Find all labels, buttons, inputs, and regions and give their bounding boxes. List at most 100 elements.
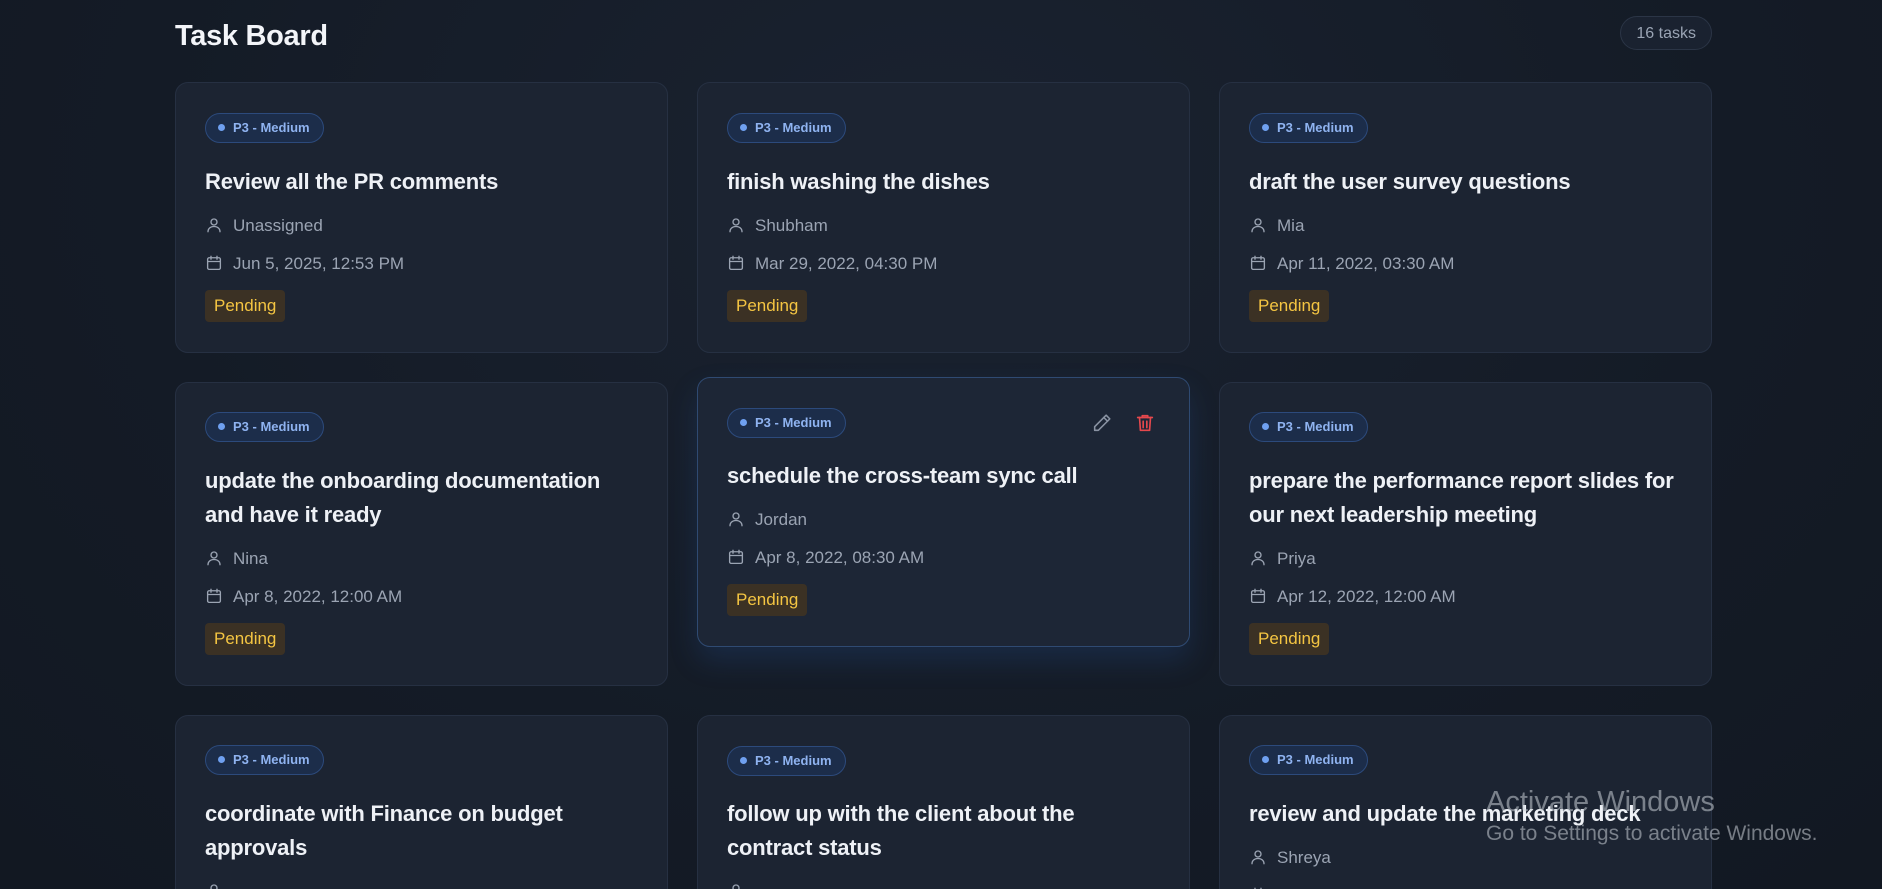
task-title: finish washing the dishes xyxy=(727,169,990,194)
task-due-date: Mar 29, 2022, 04:30 PM xyxy=(727,252,937,276)
board-header: Task Board 16 tasks xyxy=(175,14,1712,58)
priority-dot xyxy=(740,124,747,131)
user-icon xyxy=(205,216,223,234)
priority-label: P3 - Medium xyxy=(755,753,832,768)
priority-dot xyxy=(218,124,225,131)
priority-label: P3 - Medium xyxy=(233,419,310,434)
assignee-name: Shubham xyxy=(755,216,828,235)
task-title: coordinate with Finance on budget approv… xyxy=(205,801,563,860)
page-title: Task Board xyxy=(175,20,328,52)
calendar-icon xyxy=(205,587,223,605)
priority-label: P3 - Medium xyxy=(755,415,832,430)
task-due-date: Jun 5, 2025, 12:53 PM xyxy=(205,252,404,276)
user-icon xyxy=(1249,549,1267,567)
user-icon xyxy=(1249,848,1267,866)
task-assignee: Shubham xyxy=(727,214,828,238)
status-badge: Pending xyxy=(727,584,808,616)
task-card[interactable]: P3 - Medium Review all the PR comments U… xyxy=(175,82,668,353)
calendar-icon xyxy=(205,254,223,272)
edit-button[interactable] xyxy=(1091,412,1113,434)
priority-label: P3 - Medium xyxy=(1277,752,1354,767)
task-title: update the onboarding documentation and … xyxy=(205,468,601,527)
assignee-name: Priya xyxy=(1277,549,1316,568)
task-assignee: Mia xyxy=(1249,214,1304,238)
calendar-icon xyxy=(727,548,745,566)
priority-badge: P3 - Medium xyxy=(205,113,324,143)
task-title: review and update the marketing deck xyxy=(1249,801,1641,826)
priority-dot xyxy=(1262,423,1269,430)
priority-dot xyxy=(740,419,747,426)
due-date-text: Apr 8, 2022, 08:30 AM xyxy=(755,548,925,567)
task-count-badge: 16 tasks xyxy=(1620,16,1712,50)
status-badge: Pending xyxy=(1249,623,1330,655)
priority-label: P3 - Medium xyxy=(233,752,310,767)
task-card-hovered[interactable]: P3 - Medium schedule the cross-team sync… xyxy=(697,377,1190,647)
status-badge: Pending xyxy=(205,290,286,322)
task-card[interactable]: P3 - Medium review and update the market… xyxy=(1219,715,1712,889)
priority-label: P3 - Medium xyxy=(1277,120,1354,135)
priority-badge: P3 - Medium xyxy=(1249,412,1368,442)
task-due-date: Apr 8, 2022, 08:30 AM xyxy=(727,546,924,570)
priority-dot xyxy=(218,756,225,763)
priority-badge: P3 - Medium xyxy=(1249,745,1368,775)
assignee-name: Nina xyxy=(233,549,268,568)
assignee-name: Mia xyxy=(1277,216,1305,235)
due-date-text: Jun 5, 2025, 12:53 PM xyxy=(233,254,405,273)
priority-label: P3 - Medium xyxy=(233,120,310,135)
task-card[interactable]: P3 - Medium prepare the performance repo… xyxy=(1219,382,1712,686)
task-card[interactable]: P3 - Medium follow up with the client ab… xyxy=(697,715,1190,889)
status-badge: Pending xyxy=(1249,290,1330,322)
user-icon xyxy=(727,882,745,889)
task-title: prepare the performance report slides fo… xyxy=(1249,468,1674,527)
delete-button[interactable] xyxy=(1134,412,1156,434)
priority-badge: P3 - Medium xyxy=(727,113,846,143)
task-due-date xyxy=(1249,884,1277,889)
due-date-text: Apr 12, 2022, 12:00 AM xyxy=(1277,587,1456,606)
trash-icon xyxy=(1136,414,1154,432)
priority-dot xyxy=(740,757,747,764)
status-badge: Pending xyxy=(205,623,286,655)
assignee-name: Shreya xyxy=(1277,848,1331,867)
task-assignee: Unassigned xyxy=(205,214,323,238)
priority-badge: P3 - Medium xyxy=(727,746,846,776)
user-icon xyxy=(727,510,745,528)
task-assignee: Priya xyxy=(1249,547,1316,571)
assignee-name: Unassigned xyxy=(233,216,323,235)
task-title: draft the user survey questions xyxy=(1249,169,1571,194)
priority-label: P3 - Medium xyxy=(755,120,832,135)
task-title: schedule the cross-team sync call xyxy=(727,463,1078,488)
task-due-date: Apr 8, 2022, 12:00 AM xyxy=(205,585,402,609)
priority-dot xyxy=(218,423,225,430)
priority-dot xyxy=(1262,124,1269,131)
task-due-date: Apr 12, 2022, 12:00 AM xyxy=(1249,585,1456,609)
user-icon xyxy=(205,549,223,567)
task-card[interactable]: P3 - Medium update the onboarding docume… xyxy=(175,382,668,686)
user-icon xyxy=(205,882,223,889)
task-card[interactable]: P3 - Medium finish washing the dishes Sh… xyxy=(697,82,1190,353)
due-date-text: Apr 8, 2022, 12:00 AM xyxy=(233,587,403,606)
user-icon xyxy=(1249,216,1267,234)
calendar-icon xyxy=(727,254,745,272)
due-date-text: Apr 11, 2022, 03:30 AM xyxy=(1277,254,1455,273)
task-assignee xyxy=(727,880,755,889)
task-title: Review all the PR comments xyxy=(205,169,499,194)
due-date-text: Mar 29, 2022, 04:30 PM xyxy=(755,254,938,273)
task-due-date: Apr 11, 2022, 03:30 AM xyxy=(1249,252,1454,276)
status-badge: Pending xyxy=(727,290,808,322)
calendar-icon xyxy=(1249,587,1267,605)
task-assignee: Jordan xyxy=(727,508,807,532)
task-assignee: Nina xyxy=(205,547,268,571)
task-assignee xyxy=(205,880,233,889)
priority-dot xyxy=(1262,756,1269,763)
user-icon xyxy=(727,216,745,234)
task-card[interactable]: P3 - Medium draft the user survey questi… xyxy=(1219,82,1712,353)
task-title: follow up with the client about the cont… xyxy=(727,801,1075,860)
priority-badge: P3 - Medium xyxy=(205,745,324,775)
calendar-icon xyxy=(1249,254,1267,272)
task-assignee: Shreya xyxy=(1249,846,1331,870)
priority-badge: P3 - Medium xyxy=(727,408,846,438)
task-board-page: Task Board 16 tasks P3 - Medium Review a… xyxy=(0,0,1882,889)
pencil-icon xyxy=(1093,414,1111,432)
priority-label: P3 - Medium xyxy=(1277,419,1354,434)
task-card[interactable]: P3 - Medium coordinate with Finance on b… xyxy=(175,715,668,889)
